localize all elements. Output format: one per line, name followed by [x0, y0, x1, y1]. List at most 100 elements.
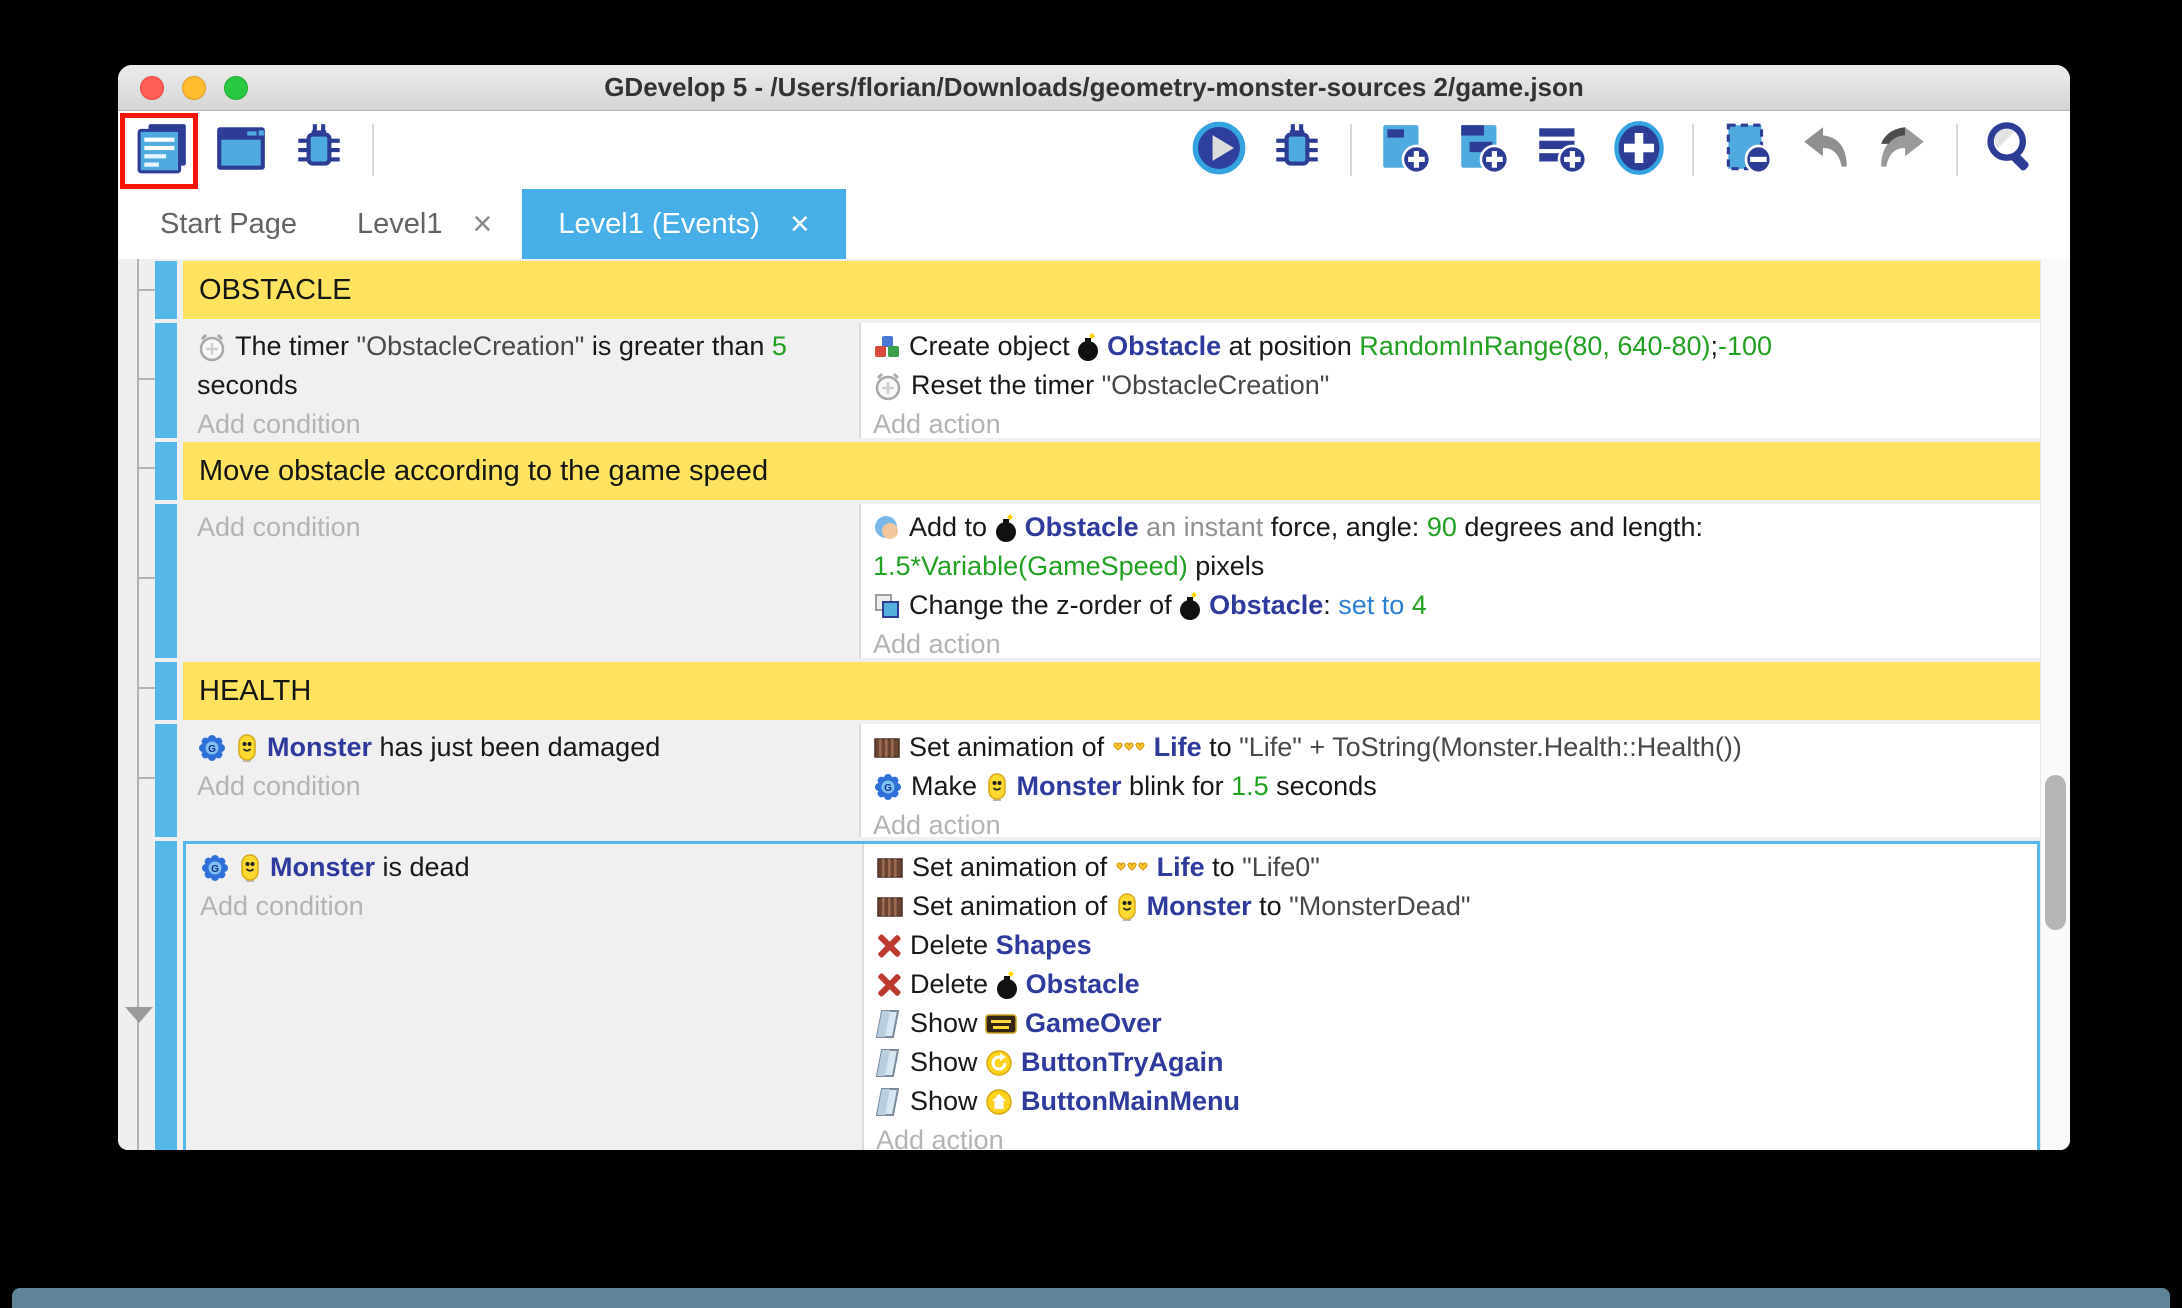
action[interactable]: Show ButtonMainMenu — [876, 1082, 2027, 1121]
group-row-move[interactable]: Move obstacle according to the game spee… — [155, 442, 2040, 500]
add-condition-button[interactable]: Add condition — [197, 767, 849, 806]
window-title: GDevelop 5 - /Users/florian/Downloads/ge… — [604, 72, 1584, 102]
group-header-move[interactable]: Move obstacle according to the game spee… — [183, 442, 2040, 500]
obstacle-bomb-icon — [1179, 591, 1201, 621]
event-row-monster-dead[interactable]: G Monster is dead Add condition Set anim… — [155, 841, 2040, 1150]
action[interactable]: Create object Obstacle at position Rando… — [873, 327, 2030, 366]
event-bar[interactable] — [155, 504, 177, 658]
actions-column[interactable]: Add to Obstacle an instant force, angle:… — [859, 504, 2040, 659]
close-tab-icon[interactable]: × — [790, 205, 810, 244]
titlebar: GDevelop 5 - /Users/florian/Downloads/ge… — [118, 65, 2070, 111]
group-header-health[interactable]: HEALTH — [183, 662, 2040, 720]
tab-level1-events[interactable]: Level1 (Events) × — [522, 189, 846, 259]
selected-event[interactable]: G Monster is dead Add condition Set anim… — [183, 841, 2040, 1150]
debugger-button[interactable] — [290, 121, 348, 179]
event-rows: OBSTACLE The timer "ObstacleCreation" is… — [155, 261, 2040, 1150]
undo-button[interactable] — [1796, 121, 1854, 179]
condition[interactable]: The timer "ObstacleCreation" is greater … — [197, 327, 849, 366]
remove-selection-button[interactable] — [1718, 121, 1776, 179]
play-button[interactable] — [1190, 121, 1248, 179]
action[interactable]: Set animation of Life to "Life" + ToStri… — [873, 728, 2030, 767]
add-action-button[interactable]: Add action — [873, 806, 2030, 845]
toolbar-divider — [1350, 124, 1352, 176]
animation-icon — [876, 854, 904, 882]
traffic-lights — [140, 65, 248, 110]
svg-text:G: G — [884, 783, 892, 794]
tab-start-page[interactable]: Start Page — [130, 189, 327, 259]
search-icon — [1982, 119, 2040, 182]
vertical-scrollbar[interactable] — [2040, 259, 2070, 1150]
close-tab-icon[interactable]: × — [473, 205, 493, 244]
debug-play-button[interactable] — [1268, 121, 1326, 179]
event-bar[interactable] — [155, 662, 177, 720]
group-row-obstacle[interactable]: OBSTACLE — [155, 261, 2040, 319]
tab-label: Level1 — [357, 207, 443, 240]
action[interactable]: Show GameOver — [876, 1004, 2027, 1043]
animation-icon — [876, 893, 904, 921]
scrollbar-thumb[interactable] — [2045, 775, 2066, 930]
add-event-button[interactable] — [1376, 121, 1434, 179]
scene-editor-button[interactable] — [212, 121, 270, 179]
gdevelop-window: GDevelop 5 - /Users/florian/Downloads/ge… — [118, 65, 2070, 1150]
tab-level1[interactable]: Level1 × — [327, 189, 522, 259]
add-condition-button[interactable]: Add condition — [197, 405, 849, 444]
conditions-column[interactable]: Add condition — [183, 504, 859, 658]
action[interactable]: Change the z-order of Obstacle: set to 4 — [873, 586, 2030, 625]
action[interactable]: Show ButtonTryAgain — [876, 1043, 2027, 1082]
action[interactable]: Delete Obstacle — [876, 965, 2027, 1004]
obstacle-bomb-icon — [1077, 332, 1099, 362]
action[interactable]: Reset the timer "ObstacleCreation" — [873, 366, 2030, 405]
zoom-window-button[interactable] — [224, 75, 248, 100]
add-comment-button[interactable] — [1532, 121, 1590, 179]
add-action-button[interactable]: Add action — [873, 625, 2030, 664]
action[interactable]: Delete Shapes — [876, 926, 2027, 965]
conditions-column[interactable]: G Monster has just been damaged Add cond… — [183, 724, 859, 837]
behavior-gear-icon: G — [873, 772, 903, 802]
scene-editor-icon — [213, 120, 269, 181]
minimize-window-button[interactable] — [182, 75, 206, 100]
condition[interactable]: G Monster is dead — [200, 848, 852, 887]
redo-icon — [1875, 120, 1931, 181]
add-action-button[interactable]: Add action — [876, 1121, 2027, 1150]
conditions-column[interactable]: G Monster is dead Add condition — [186, 844, 862, 1150]
add-condition-button[interactable]: Add condition — [197, 508, 849, 547]
close-window-button[interactable] — [140, 75, 164, 100]
add-action-button[interactable]: Add action — [873, 405, 2030, 444]
event-row-obstacle-timer[interactable]: The timer "ObstacleCreation" is greater … — [155, 323, 2040, 439]
z-order-icon — [873, 592, 901, 620]
undo-icon — [1797, 120, 1853, 181]
event-bar[interactable] — [155, 323, 177, 438]
redo-button[interactable] — [1874, 121, 1932, 179]
events-sheet: OBSTACLE The timer "ObstacleCreation" is… — [118, 259, 2070, 1150]
event-bar[interactable] — [155, 442, 177, 500]
action[interactable]: Set animation of Monster to "MonsterDead… — [876, 887, 2027, 926]
event-row-monster-damaged[interactable]: G Monster has just been damaged Add cond… — [155, 724, 2040, 840]
conditions-column[interactable]: The timer "ObstacleCreation" is greater … — [183, 323, 859, 439]
tab-label: Level1 (Events) — [558, 207, 760, 240]
action[interactable]: Set animation of Life to "Life0" — [876, 848, 2027, 887]
search-button[interactable] — [1982, 121, 2040, 179]
animation-icon — [873, 734, 901, 762]
action[interactable]: G Make Monster blink for 1.5 seconds — [873, 767, 2030, 806]
events-sheet-button[interactable] — [134, 121, 192, 179]
obstacle-bomb-icon — [995, 513, 1017, 543]
actions-column[interactable]: Set animation of Life to "Life0" Set ani… — [862, 844, 2037, 1150]
event-bar[interactable] — [155, 261, 177, 319]
condition[interactable]: G Monster has just been damaged — [197, 728, 849, 767]
event-bar[interactable] — [155, 841, 177, 1150]
actions-column[interactable]: Create object Obstacle at position Rando… — [859, 323, 2040, 439]
action-wrap[interactable]: 1.5*Variable(GameSpeed) pixels — [873, 547, 2030, 586]
timer-icon — [197, 332, 227, 362]
action[interactable]: Add to Obstacle an instant force, angle:… — [873, 508, 2030, 547]
event-row-move-obstacle[interactable]: Add condition Add to Obstacle an instant… — [155, 504, 2040, 659]
add-subevent-button[interactable] — [1454, 121, 1512, 179]
add-condition-button[interactable]: Add condition — [200, 887, 852, 926]
add-event-chooser-button[interactable] — [1610, 120, 1668, 179]
event-bar[interactable] — [155, 724, 177, 837]
collapse-arrow-icon[interactable] — [125, 1007, 153, 1023]
group-row-health[interactable]: HEALTH — [155, 662, 2040, 720]
svg-text:G: G — [211, 864, 219, 875]
actions-column[interactable]: Set animation of Life to "Life" + ToStri… — [859, 724, 2040, 840]
add-subevent-icon — [1455, 120, 1511, 181]
group-header-obstacle[interactable]: OBSTACLE — [183, 261, 2040, 319]
